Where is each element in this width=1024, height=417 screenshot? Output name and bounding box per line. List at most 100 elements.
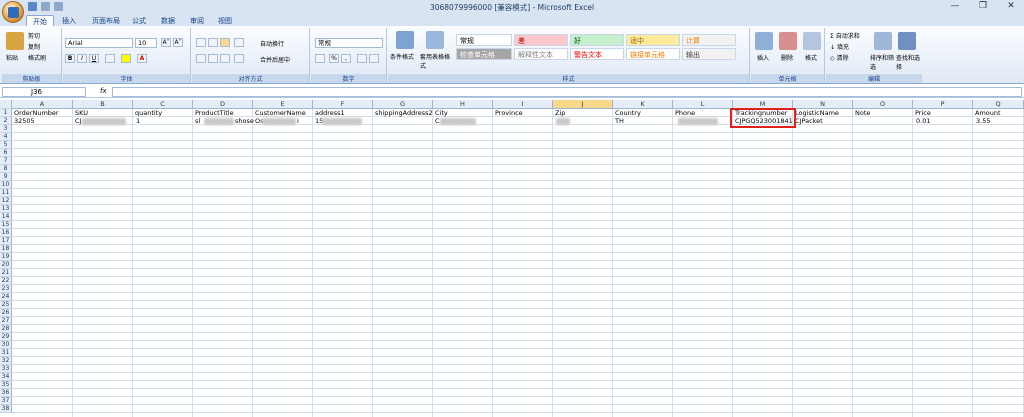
format-cells-icon[interactable]: [803, 32, 821, 50]
column-header-h[interactable]: H: [433, 100, 493, 109]
cell-n2[interactable]: CJPacket: [794, 117, 852, 125]
cell-style-2[interactable]: 好: [570, 34, 624, 46]
row-header[interactable]: 26: [0, 309, 12, 317]
row-header[interactable]: 9: [0, 173, 12, 181]
font-color-icon[interactable]: A: [137, 54, 147, 63]
column-header-g[interactable]: G: [373, 100, 433, 109]
font-name-select[interactable]: Arial: [65, 38, 133, 48]
cell-c2[interactable]: 1: [134, 117, 192, 125]
bold-button[interactable]: B: [65, 54, 75, 63]
align-left-icon[interactable]: [196, 54, 206, 63]
cell-style-7[interactable]: 警告文本: [570, 48, 624, 60]
fill-button[interactable]: ↓ 填充: [830, 42, 849, 51]
conditional-format-icon[interactable]: [396, 31, 414, 49]
cell-p1[interactable]: Price: [914, 109, 972, 117]
cell-d1[interactable]: ProductTitle: [194, 109, 252, 117]
cell-style-5[interactable]: 检查单元格: [456, 48, 512, 60]
cut-button[interactable]: 剪切: [28, 31, 40, 40]
orientation-icon[interactable]: [234, 38, 244, 47]
cell-o1[interactable]: Note: [854, 109, 912, 117]
column-header-i[interactable]: I: [493, 100, 553, 109]
office-button[interactable]: [2, 1, 24, 23]
row-header[interactable]: 17: [0, 237, 12, 245]
row-header[interactable]: 11: [0, 189, 12, 197]
row-header[interactable]: 5: [0, 141, 12, 149]
worksheet-grid[interactable]: A B C D E F G H I J K L M N O P Q 1 2 3 4 5 6 7 8 9 10 11 12 13 14 15 16…: [0, 100, 1024, 417]
cell-style-8[interactable]: 链接单元格: [626, 48, 680, 60]
insert-button[interactable]: 插入: [757, 53, 769, 62]
row-header[interactable]: 29: [0, 333, 12, 341]
currency-icon[interactable]: [315, 54, 325, 63]
sort-filter-button[interactable]: 排序和筛选: [870, 53, 894, 71]
decrease-indent-icon[interactable]: [234, 54, 244, 63]
cell-f1[interactable]: address1: [314, 109, 372, 117]
cell-k2[interactable]: TH: [614, 117, 672, 125]
cell-l1[interactable]: Phone: [674, 109, 732, 117]
row-header[interactable]: 28: [0, 325, 12, 333]
format-painter-button[interactable]: 格式刷: [28, 53, 46, 62]
shrink-font-icon[interactable]: A˅: [173, 38, 183, 47]
cell-e1[interactable]: CustomerName: [254, 109, 312, 117]
cell-q2[interactable]: 3.55: [974, 117, 1023, 125]
row-header[interactable]: 15: [0, 221, 12, 229]
decrease-decimal-icon[interactable]: [369, 54, 379, 63]
row-header[interactable]: 12: [0, 197, 12, 205]
cell-style-0[interactable]: 常规: [456, 34, 512, 46]
column-header-b[interactable]: B: [73, 100, 133, 109]
cell-c1[interactable]: quantity: [134, 109, 192, 117]
find-select-icon[interactable]: [898, 32, 916, 50]
percent-button[interactable]: %: [329, 54, 339, 63]
cell-style-6[interactable]: 解释性文本: [514, 48, 568, 60]
cell-style-1[interactable]: 差: [514, 34, 568, 46]
row-header[interactable]: 8: [0, 165, 12, 173]
cell-q1[interactable]: Amount: [974, 109, 1023, 117]
wrap-text-button[interactable]: 自动换行: [260, 39, 284, 48]
tab-home[interactable]: 开始: [26, 15, 54, 26]
paste-button[interactable]: 粘贴: [6, 53, 18, 62]
copy-button[interactable]: 复制: [28, 42, 40, 51]
column-header-e[interactable]: E: [253, 100, 313, 109]
row-header[interactable]: 35: [0, 381, 12, 389]
align-top-icon[interactable]: [196, 38, 206, 47]
row-header[interactable]: 31: [0, 349, 12, 357]
cell-h1[interactable]: City: [434, 109, 492, 117]
paste-icon[interactable]: [6, 32, 24, 50]
row-header[interactable]: 18: [0, 245, 12, 253]
cell-a2[interactable]: 32505: [13, 117, 72, 125]
format-as-table-icon[interactable]: [426, 31, 444, 49]
autosum-button[interactable]: Σ 自动求和: [830, 31, 860, 40]
conditional-format-button[interactable]: 条件格式: [390, 52, 414, 61]
row-header[interactable]: 24: [0, 293, 12, 301]
column-header-c[interactable]: C: [133, 100, 193, 109]
row-header[interactable]: 33: [0, 365, 12, 373]
row-header[interactable]: 1: [0, 109, 12, 117]
name-box[interactable]: J36: [2, 87, 86, 97]
column-header-d[interactable]: D: [193, 100, 253, 109]
restore-button[interactable]: ❐: [974, 1, 992, 11]
row-header[interactable]: 13: [0, 205, 12, 213]
select-all-corner[interactable]: [0, 100, 12, 109]
close-button[interactable]: ✕: [1002, 1, 1020, 11]
align-middle-icon[interactable]: [208, 38, 218, 47]
italic-button[interactable]: I: [77, 54, 87, 63]
cell-b1[interactable]: SKU: [74, 109, 132, 117]
row-header[interactable]: 16: [0, 229, 12, 237]
tab-insert[interactable]: 插入: [56, 15, 82, 26]
sort-filter-icon[interactable]: [874, 32, 892, 50]
row-header[interactable]: 2: [0, 117, 12, 125]
align-center-icon[interactable]: [208, 54, 218, 63]
row-header[interactable]: 30: [0, 341, 12, 349]
row-header[interactable]: 6: [0, 149, 12, 157]
row-header[interactable]: 3: [0, 125, 12, 133]
clear-button[interactable]: ◇ 清除: [830, 53, 849, 62]
cell-k1[interactable]: Country: [614, 109, 672, 117]
column-header-f[interactable]: F: [313, 100, 373, 109]
column-header-l[interactable]: L: [673, 100, 733, 109]
column-header-q[interactable]: Q: [973, 100, 1024, 109]
fill-color-icon[interactable]: [121, 54, 131, 63]
row-header[interactable]: 27: [0, 317, 12, 325]
column-header-j[interactable]: J: [553, 100, 613, 109]
increase-decimal-icon[interactable]: [357, 54, 367, 63]
delete-cells-icon[interactable]: [779, 32, 797, 50]
tab-view[interactable]: 视图: [212, 15, 238, 26]
